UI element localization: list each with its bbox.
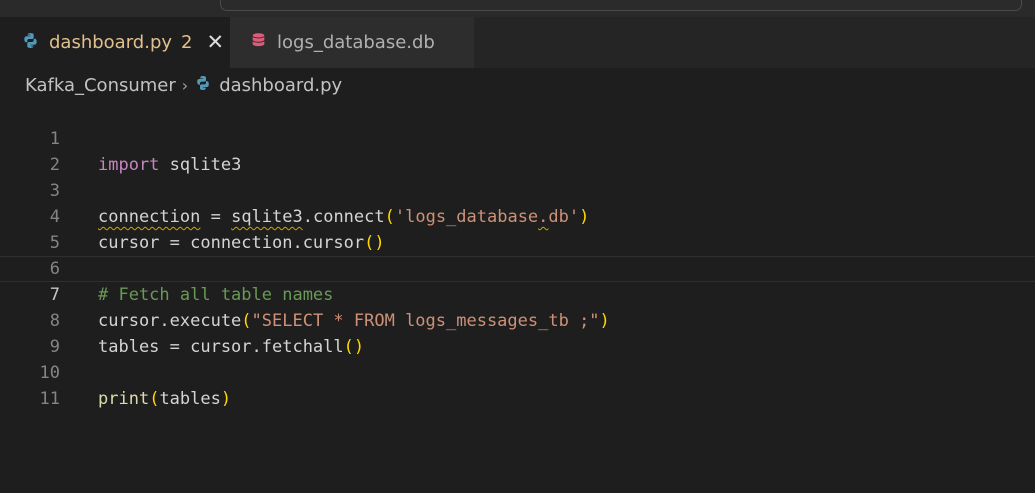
line-number: 11: [39, 389, 60, 409]
breadcrumb-file[interactable]: dashboard.py: [219, 75, 342, 96]
code-line[interactable]: 1 import sqlite3: [0, 100, 1035, 175]
code-token: tables: [159, 389, 221, 409]
python-icon: [22, 32, 39, 54]
code-line[interactable]: 2: [0, 126, 1035, 175]
code-line[interactable]: 3 connection = sqlite3.connect('logs_dat…: [0, 152, 1035, 227]
tab-logs-database-db[interactable]: logs_database.db: [230, 17, 474, 68]
tab-bar: dashboard.py 2 ✕ logs_database.db: [0, 17, 1035, 68]
database-icon: [250, 32, 267, 54]
code-line[interactable]: 4 cursor = connection.cursor(): [0, 178, 1035, 253]
code-text: print(tables): [98, 386, 231, 412]
bracket-token: ): [220, 389, 232, 409]
breadcrumb: Kafka_Consumer › dashboard.py: [25, 73, 342, 97]
function-token: print: [98, 389, 150, 409]
code-line-current[interactable]: 7 cursor.execute("SELECT * FROM logs_mes…: [0, 256, 1035, 331]
code-line[interactable]: 11: [0, 360, 1035, 409]
python-icon: [195, 75, 211, 96]
code-line[interactable]: 10 print(tables): [0, 334, 1035, 409]
code-editor[interactable]: 1 import sqlite3 2 3 connection = sqlite…: [0, 99, 1035, 493]
code-line[interactable]: 9: [0, 308, 1035, 357]
breadcrumb-folder[interactable]: Kafka_Consumer: [25, 75, 176, 96]
close-icon[interactable]: ✕: [206, 32, 224, 53]
code-line[interactable]: 8 tables = cursor.fetchall(): [0, 282, 1035, 357]
title-bar: [0, 0, 1035, 17]
command-center-search[interactable]: [220, 0, 1022, 11]
tab-label: dashboard.py: [49, 32, 173, 53]
code-line[interactable]: 5: [0, 204, 1035, 253]
problem-count-badge: 2: [181, 32, 193, 53]
chevron-right-icon: ›: [181, 75, 189, 95]
bracket-token: (: [149, 389, 160, 409]
tab-dashboard-py[interactable]: dashboard.py 2 ✕: [0, 17, 230, 68]
tab-label: logs_database.db: [277, 32, 435, 53]
code-line[interactable]: 6 # Fetch all table names: [0, 230, 1035, 305]
